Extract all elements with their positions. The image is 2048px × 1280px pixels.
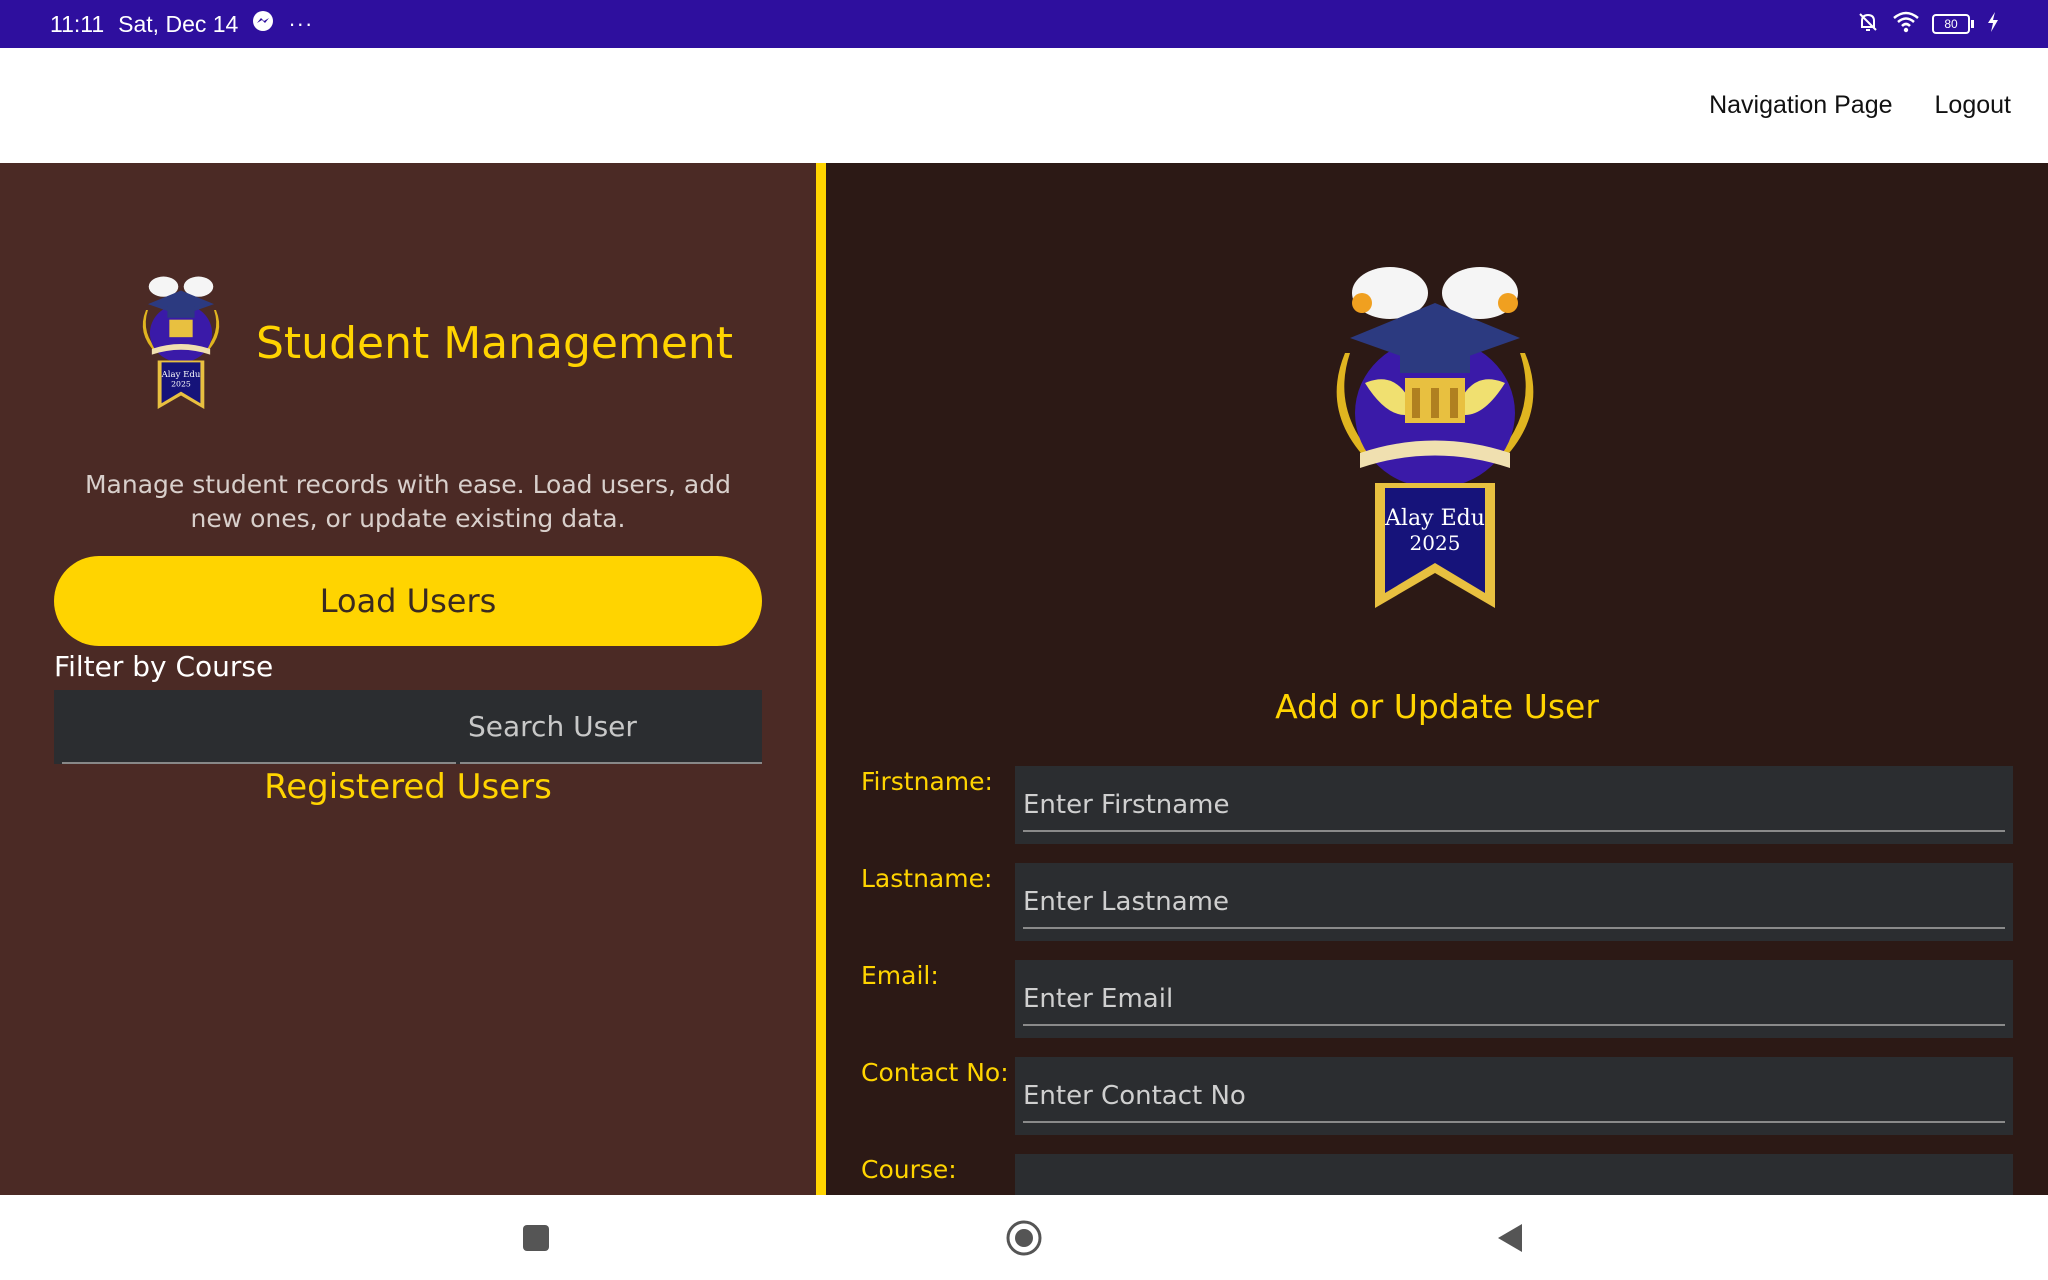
navigation-page-link[interactable]: Navigation Page xyxy=(1709,91,1892,120)
page-description: Manage student records with ease. Load u… xyxy=(84,470,731,533)
status-bar: 11:11 Sat, Dec 14 ··· 80 xyxy=(0,0,2048,48)
search-user-placeholder: Search User xyxy=(468,709,637,743)
page-title: Student Management xyxy=(256,317,734,369)
wifi-icon xyxy=(1892,10,1920,38)
contact-no-label: Contact No: xyxy=(861,1058,1009,1087)
status-right: 80 xyxy=(1856,0,2000,48)
logo-large-text-1: Alay Edu xyxy=(1384,506,1485,531)
brand-header: Alay Edu 2025 Student Management xyxy=(132,275,733,411)
course-input[interactable] xyxy=(1015,1154,2013,1195)
charging-icon xyxy=(1986,11,2000,37)
form-title: Add or Update User xyxy=(1275,687,1599,726)
lastname-label: Lastname: xyxy=(861,864,993,893)
email-label: Email: xyxy=(861,961,939,990)
system-nav-bar xyxy=(0,1195,2048,1280)
course-filter-select[interactable] xyxy=(62,690,456,764)
email-input[interactable]: Enter Email xyxy=(1015,960,2013,1038)
more-dots-icon: ··· xyxy=(288,11,314,36)
filter-label: Filter by Course xyxy=(54,650,274,683)
email-placeholder: Enter Email xyxy=(1023,984,1174,1014)
battery-level: 80 xyxy=(1944,17,1958,31)
course-label: Course: xyxy=(861,1155,957,1184)
top-nav: Navigation Page Logout xyxy=(1709,48,2011,163)
logo-small-text-2: 2025 xyxy=(171,380,191,389)
battery-icon: 80 xyxy=(1932,14,1974,34)
firstname-placeholder: Enter Firstname xyxy=(1023,790,1230,820)
contact-no-placeholder: Enter Contact No xyxy=(1023,1081,1246,1111)
contact-no-input[interactable]: Enter Contact No xyxy=(1015,1057,2013,1135)
firstname-label: Firstname: xyxy=(861,767,993,796)
right-panel: Alay Edu 2025 Add or Update User Firstna… xyxy=(826,163,2048,1195)
messenger-icon xyxy=(252,10,274,38)
home-icon[interactable] xyxy=(984,1195,1064,1280)
registered-users-title: Registered Users xyxy=(264,767,552,807)
logout-link[interactable]: Logout xyxy=(1935,91,2011,120)
status-time: 11:11 xyxy=(50,10,105,37)
school-logo-small: Alay Edu 2025 xyxy=(142,276,220,410)
app-bar: Navigation Page Logout xyxy=(0,48,2048,163)
search-user-input[interactable]: Search User xyxy=(460,690,762,764)
lastname-input[interactable]: Enter Lastname xyxy=(1015,863,2013,941)
status-date: Sat, Dec 14 xyxy=(118,10,239,37)
load-users-button[interactable]: Load Users xyxy=(54,556,762,646)
logo-small-text-1: Alay Edu xyxy=(161,370,201,380)
bell-off-icon xyxy=(1856,10,1880,38)
lastname-placeholder: Enter Lastname xyxy=(1023,887,1229,917)
firstname-input[interactable]: Enter Firstname xyxy=(1015,766,2013,844)
filter-bar: Search User xyxy=(54,690,762,764)
main-content: Alay Edu 2025 Student Management Manage … xyxy=(0,163,2048,1195)
status-left: 11:11 Sat, Dec 14 ··· xyxy=(50,0,313,48)
panel-divider xyxy=(816,163,826,1195)
back-icon[interactable] xyxy=(1470,1195,1550,1280)
recent-apps-icon[interactable] xyxy=(496,1195,576,1280)
left-panel: Alay Edu 2025 Student Management Manage … xyxy=(0,163,816,1195)
school-logo-large: Alay Edu 2025 xyxy=(1336,267,1534,608)
logo-large-text-2: 2025 xyxy=(1410,531,1461,555)
